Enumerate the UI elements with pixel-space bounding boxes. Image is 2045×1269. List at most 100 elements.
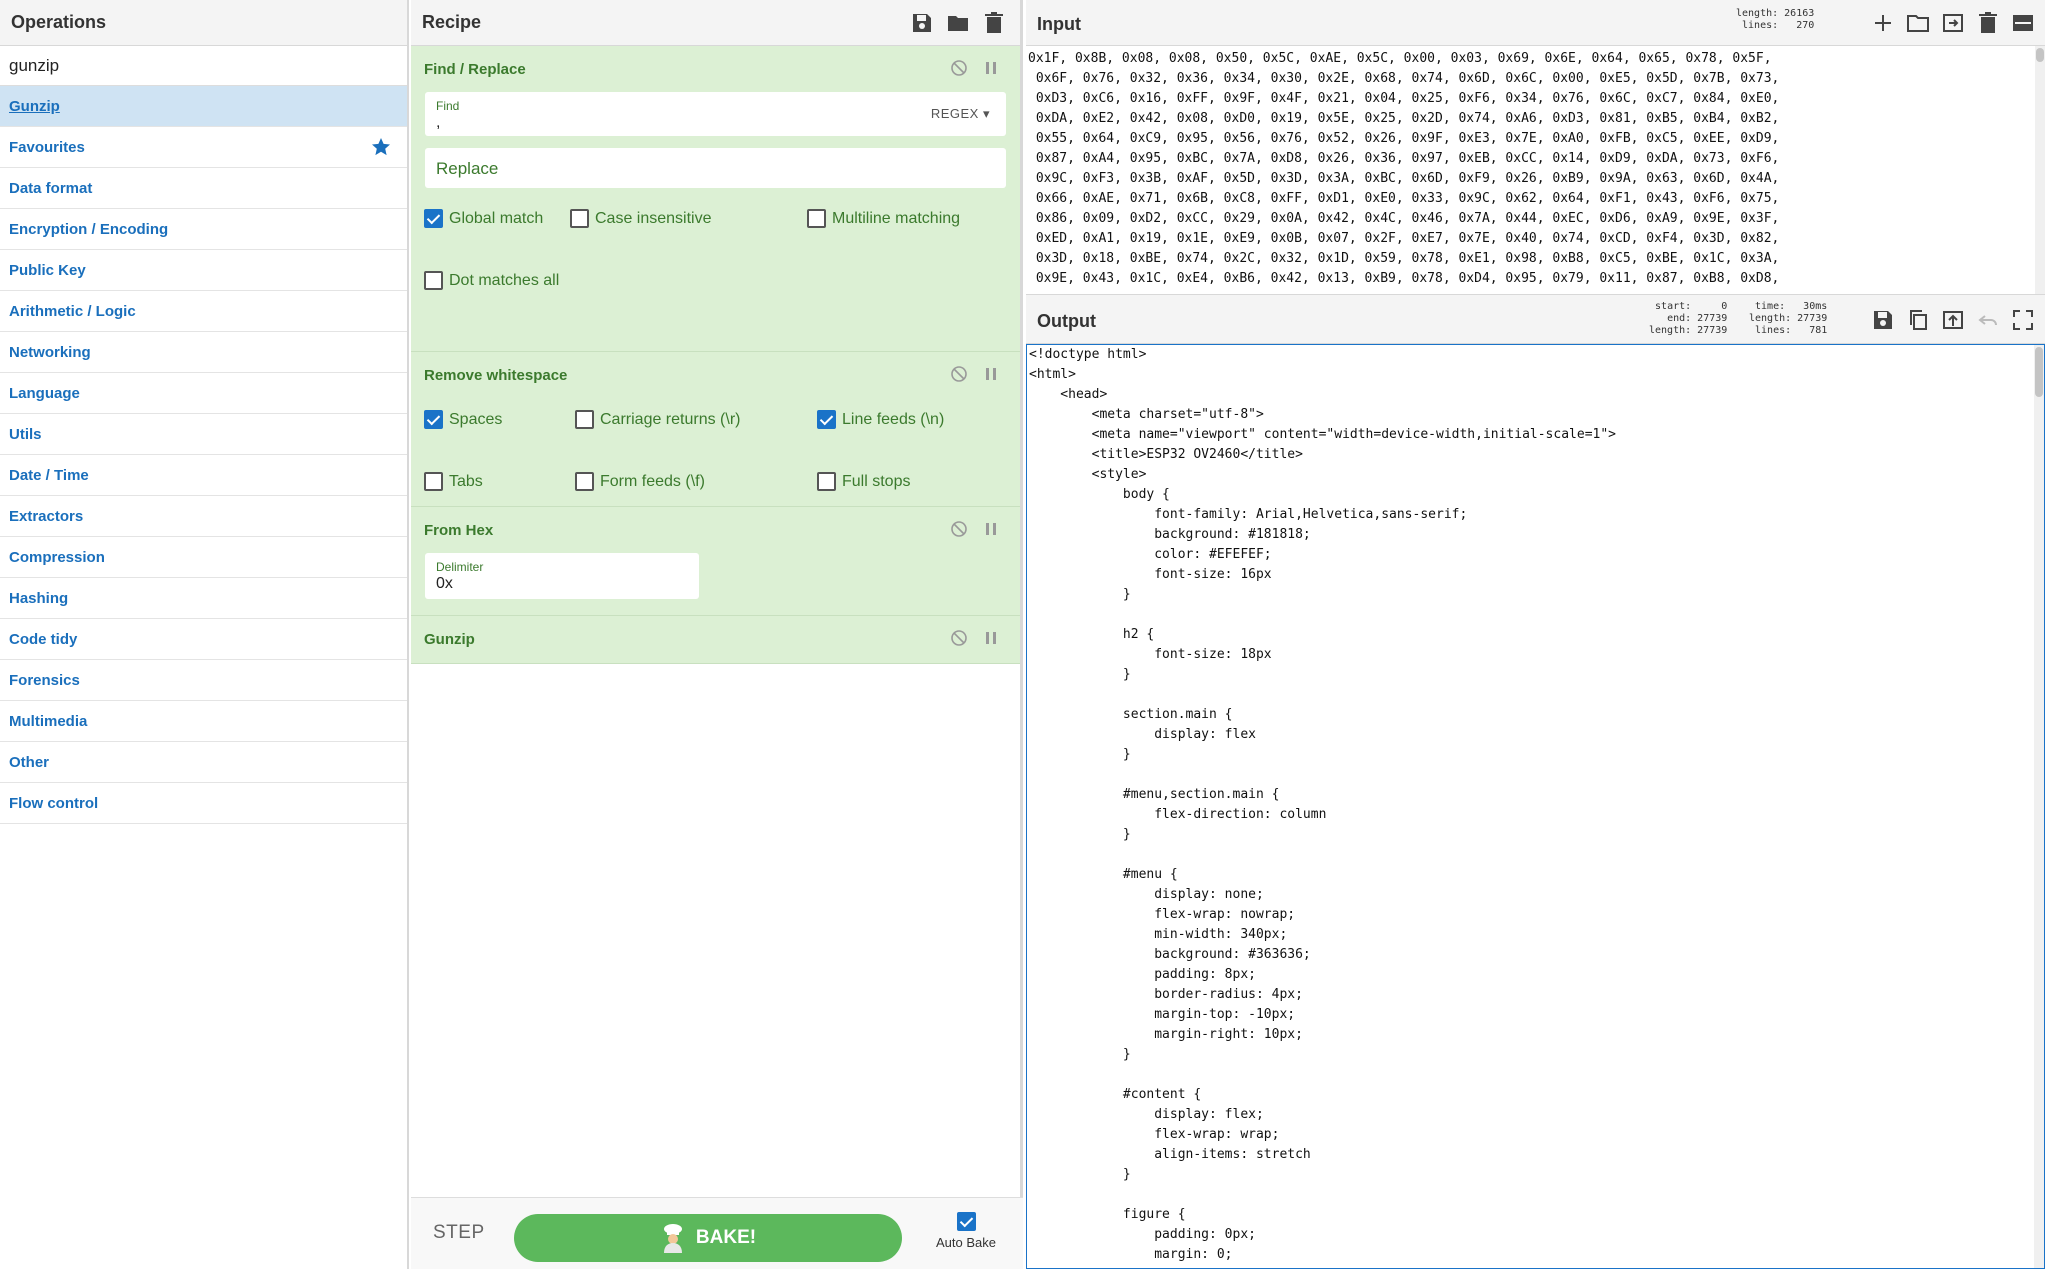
code-line: 0x1F, 0x8B, 0x08, 0x08, 0x50, 0x5C, 0xAE… bbox=[1028, 51, 1772, 66]
auto-bake-label: Auto Bake bbox=[936, 1235, 996, 1250]
operations-search-input[interactable]: gunzip bbox=[0, 46, 407, 86]
code-line: 0xED, 0xA1, 0x19, 0x1E, 0xE9, 0x0B, 0x07… bbox=[1028, 231, 1780, 246]
find-label: Find bbox=[436, 99, 460, 113]
code-line: #content { bbox=[1029, 1087, 1202, 1102]
output-text: <!doctype html> <html> <head> <meta chars… bbox=[1027, 345, 2044, 1265]
operation-item-label: Compression bbox=[9, 548, 105, 566]
operation-item[interactable]: Networking bbox=[0, 332, 407, 373]
disable-icon[interactable] bbox=[950, 59, 968, 77]
pause-icon[interactable] bbox=[982, 629, 1000, 647]
checkbox-unchecked-icon bbox=[570, 209, 589, 228]
find-field[interactable]: Find , REGEX ▾ bbox=[425, 92, 1006, 136]
open-file-icon[interactable] bbox=[1941, 11, 1965, 35]
operation-item[interactable]: Extractors bbox=[0, 496, 407, 537]
trash-icon[interactable] bbox=[982, 11, 1006, 35]
operation-item[interactable]: Arithmetic / Logic bbox=[0, 291, 407, 332]
operation-item[interactable]: Forensics bbox=[0, 660, 407, 701]
output-info-time: time: 30ms length: 27739 lines: 781 bbox=[1749, 301, 1828, 336]
clear-input-icon[interactable] bbox=[1976, 11, 2000, 35]
input-textarea[interactable]: 0x1F, 0x8B, 0x08, 0x08, 0x50, 0x5C, 0xAE… bbox=[1026, 46, 2045, 294]
auto-bake-checkbox[interactable]: Auto Bake bbox=[929, 1212, 1003, 1250]
step-button[interactable]: STEP bbox=[433, 1222, 485, 1244]
operation-item[interactable]: Multimedia bbox=[0, 701, 407, 742]
gunzip-title: Gunzip bbox=[424, 630, 475, 648]
input-info: length: 26163 lines: 270 bbox=[1736, 8, 1814, 32]
disable-icon[interactable] bbox=[950, 520, 968, 538]
undo-icon[interactable] bbox=[1976, 308, 2000, 332]
code-line: display: flex bbox=[1029, 727, 1256, 742]
code-line: #menu,section.main { bbox=[1029, 787, 1280, 802]
operation-item-label: Gunzip bbox=[9, 97, 60, 115]
pause-icon[interactable] bbox=[982, 520, 1000, 538]
layout-icon[interactable] bbox=[2011, 11, 2035, 35]
operation-item[interactable]: Language bbox=[0, 373, 407, 414]
operation-item-label: Forensics bbox=[9, 671, 80, 689]
pause-icon[interactable] bbox=[982, 59, 1000, 77]
case-insensitive-checkbox[interactable]: Case insensitive bbox=[570, 209, 712, 228]
multiline-checkbox[interactable]: Multiline matching bbox=[807, 209, 960, 228]
copy-icon[interactable] bbox=[1906, 308, 1930, 332]
operation-item-label: Flow control bbox=[9, 794, 99, 812]
checkbox-checked-icon bbox=[956, 1212, 976, 1231]
add-icon[interactable] bbox=[1871, 11, 1895, 35]
dot-all-label: Dot matches all bbox=[449, 271, 560, 289]
delimiter-field[interactable]: Delimiter 0x bbox=[425, 553, 699, 599]
input-scroll-thumb[interactable] bbox=[2036, 48, 2044, 62]
operation-item[interactable]: Encryption / Encoding bbox=[0, 209, 407, 250]
disable-icon[interactable] bbox=[950, 365, 968, 383]
operation-item[interactable]: Flow control bbox=[0, 783, 407, 824]
output-scroll-thumb[interactable] bbox=[2035, 347, 2043, 397]
output-scrollbar[interactable] bbox=[2034, 345, 2044, 1268]
open-folder-icon[interactable] bbox=[1906, 11, 1930, 35]
operation-item[interactable]: Data format bbox=[0, 168, 407, 209]
folder-icon[interactable] bbox=[946, 11, 970, 35]
input-scrollbar[interactable] bbox=[2035, 46, 2045, 294]
replace-input-icon[interactable] bbox=[1941, 308, 1965, 332]
operations-pane: Operations gunzip Gunzip Favourites Data f… bbox=[0, 0, 409, 1269]
spaces-checkbox[interactable]: Spaces bbox=[424, 410, 502, 429]
operation-item[interactable]: Date / Time bbox=[0, 455, 407, 496]
tabs-checkbox[interactable]: Tabs bbox=[424, 472, 483, 491]
code-line: color: #EFEFEF; bbox=[1029, 547, 1272, 562]
find-mode-dropdown[interactable]: REGEX ▾ bbox=[931, 106, 990, 122]
input-title: Input bbox=[1037, 14, 1081, 34]
operation-item[interactable]: Code tidy bbox=[0, 619, 407, 660]
code-line: min-width: 340px; bbox=[1029, 927, 1288, 942]
carriage-returns-checkbox[interactable]: Carriage returns (\r) bbox=[575, 410, 740, 429]
operation-item-label: Data format bbox=[9, 179, 93, 197]
operation-item-label: Other bbox=[9, 753, 50, 771]
operation-item[interactable]: Favourites bbox=[0, 127, 407, 168]
bake-label: BAKE! bbox=[695, 1227, 757, 1248]
save-icon[interactable] bbox=[910, 11, 934, 35]
code-line: } bbox=[1029, 667, 1131, 682]
checkbox-checked-icon bbox=[424, 209, 443, 228]
code-line: flex-wrap: wrap; bbox=[1029, 1127, 1280, 1142]
operation-item[interactable]: Other bbox=[0, 742, 407, 783]
replace-field[interactable]: Replace bbox=[425, 148, 1006, 188]
io-pane: Input length: 26163 lines: 270 0x1F, 0x8… bbox=[1026, 0, 2045, 1269]
code-line: 0x3D, 0x18, 0xBE, 0x74, 0x2C, 0x32, 0x1D… bbox=[1028, 251, 1780, 266]
bake-button[interactable]: BAKE! bbox=[514, 1214, 902, 1262]
code-line: 0xD3, 0xC6, 0x16, 0xFF, 0x9F, 0x4F, 0x21… bbox=[1028, 91, 1780, 106]
global-match-checkbox[interactable]: Global match bbox=[424, 209, 543, 228]
dot-all-checkbox[interactable]: Dot matches all bbox=[424, 271, 559, 290]
pause-icon[interactable] bbox=[982, 365, 1000, 383]
operation-item[interactable]: Public Key bbox=[0, 250, 407, 291]
gunzip-op: Gunzip bbox=[411, 616, 1020, 664]
save-output-icon[interactable] bbox=[1871, 308, 1895, 332]
code-line: padding: 8px; bbox=[1029, 967, 1256, 982]
code-line: body { bbox=[1029, 487, 1170, 502]
disable-icon[interactable] bbox=[950, 629, 968, 647]
operation-item[interactable]: Hashing bbox=[0, 578, 407, 619]
fullscreen-icon[interactable] bbox=[2011, 308, 2035, 332]
from-hex-title: From Hex bbox=[424, 521, 494, 539]
code-line: h2 { bbox=[1029, 627, 1155, 642]
form-feeds-checkbox[interactable]: Form feeds (\f) bbox=[575, 472, 705, 491]
operation-item[interactable]: Utils bbox=[0, 414, 407, 455]
operation-item[interactable]: Compression bbox=[0, 537, 407, 578]
output-textarea[interactable]: <!doctype html> <html> <head> <meta chars… bbox=[1026, 344, 2045, 1269]
operation-item-label: Favourites bbox=[9, 138, 85, 156]
operation-item[interactable]: Gunzip bbox=[0, 86, 407, 127]
line-feeds-checkbox[interactable]: Line feeds (\n) bbox=[817, 410, 944, 429]
full-stops-checkbox[interactable]: Full stops bbox=[817, 472, 910, 491]
